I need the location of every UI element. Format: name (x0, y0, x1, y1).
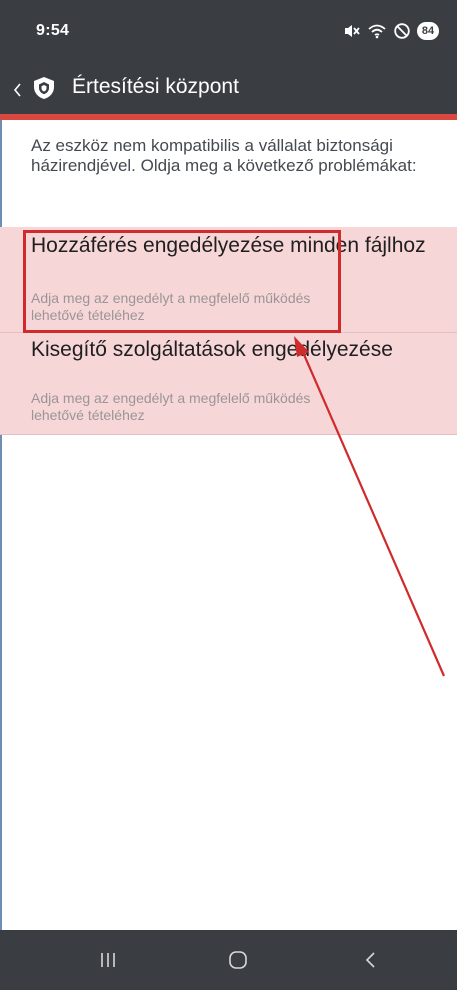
wifi-icon (367, 23, 387, 39)
chevron-left-icon[interactable] (10, 80, 24, 100)
app-bar: Értesítési központ (0, 62, 457, 114)
home-icon[interactable] (198, 930, 278, 990)
screen: 9:54 84 Értesítési központ Az eszköz nem… (0, 0, 457, 990)
shield-icon (33, 76, 55, 100)
mute-icon (343, 23, 361, 39)
issue-item-all-files-access[interactable]: Hozzáférés engedélyezése minden fájlhoz … (0, 227, 457, 333)
status-bar: 9:54 84 (0, 0, 457, 62)
navigation-bar (0, 930, 457, 990)
battery-level: 84 (417, 22, 439, 40)
status-icons: 84 (343, 21, 439, 41)
recents-icon[interactable] (68, 930, 148, 990)
issue-description: Adja meg az engedélyt a megfelelő működé… (31, 390, 311, 423)
back-icon[interactable] (330, 930, 410, 990)
issue-title: Kisegítő szolgáltatások engedélyezése (31, 338, 393, 361)
issue-title: Hozzáférés engedélyezése minden fájlhoz (31, 234, 426, 257)
issue-item-accessibility-services[interactable]: Kisegítő szolgáltatások engedélyezése Ad… (0, 333, 457, 435)
page-title: Értesítési központ (72, 75, 239, 98)
accent-divider (0, 114, 457, 120)
status-time: 9:54 (36, 22, 70, 39)
issue-description: Adja meg az engedélyt a megfelelő működé… (31, 290, 311, 323)
intro-text: Az eszköz nem kompatibilis a vállalat bi… (31, 136, 417, 175)
do-not-disturb-icon (393, 22, 411, 40)
